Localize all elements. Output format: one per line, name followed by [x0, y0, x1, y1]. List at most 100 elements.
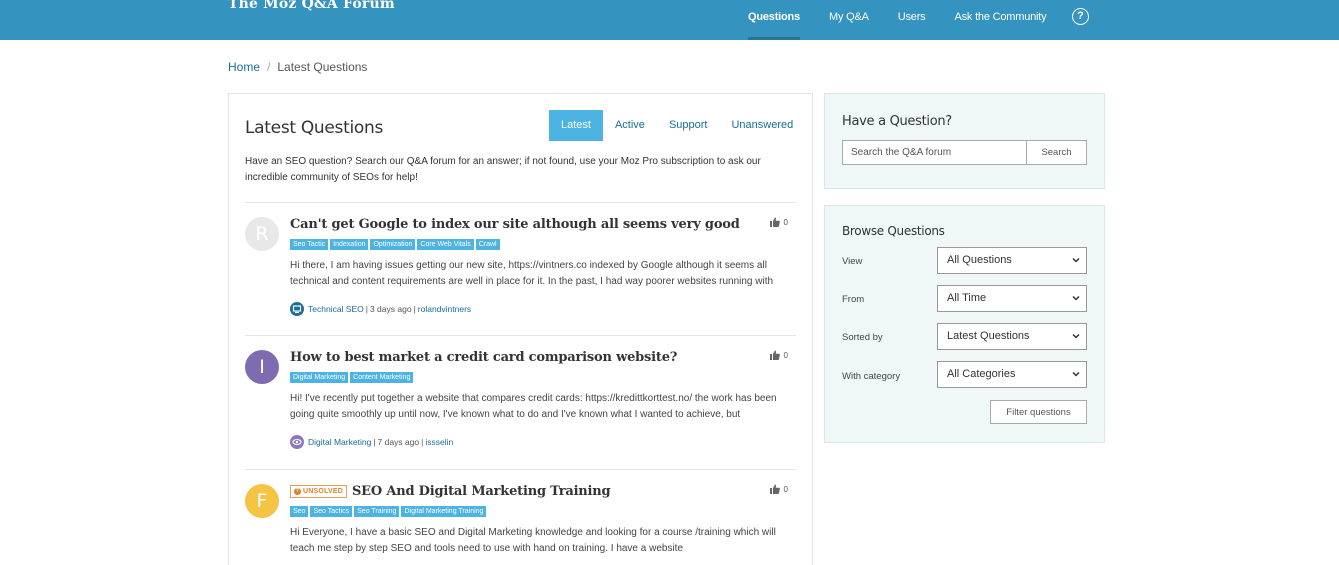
question-tabs: Latest Active Support Unanswered — [549, 110, 805, 141]
thumbs-up-icon[interactable] — [769, 217, 780, 227]
avatar[interactable]: I — [245, 350, 279, 384]
questions-panel: Latest Questions Latest Active Support U… — [228, 93, 813, 565]
question-time: 7 days ago — [377, 437, 420, 447]
unsolved-label: UNSOLVED — [303, 488, 343, 495]
tag[interactable]: Digital Marketing — [290, 372, 349, 383]
chevron-down-icon — [1072, 295, 1080, 301]
question-item: I How to best market a credit card compa… — [245, 350, 796, 460]
top-navbar: The Moz Q&A Forum Questions My Q&A Users… — [0, 0, 1339, 40]
divider — [245, 469, 796, 470]
tab-active[interactable]: Active — [603, 110, 657, 141]
question-tags: Digital Marketing Content Marketing — [290, 372, 414, 383]
view-select-value: All Questions — [947, 254, 1012, 266]
tag[interactable]: Indexation — [330, 239, 369, 250]
tag[interactable]: Digital Marketing Training — [401, 506, 487, 517]
breadcrumb: Home / Latest Questions — [228, 60, 367, 74]
divider — [245, 202, 796, 203]
unsolved-badge: ? UNSOLVED — [290, 485, 347, 498]
question-title[interactable]: SEO And Digital Marketing Training — [352, 484, 611, 499]
browse-title: Browse Questions — [842, 224, 945, 238]
ask-question-box: Have a Question? Search — [824, 93, 1105, 189]
thumbs-up-icon[interactable] — [769, 484, 780, 494]
question-title-row: How to best market a credit card compari… — [290, 350, 677, 365]
tag[interactable]: Seo Tactics — [310, 506, 353, 517]
vote-count: 0 — [769, 484, 788, 494]
search-input[interactable] — [842, 140, 1027, 165]
monitor-icon — [290, 302, 304, 316]
avatar[interactable]: F — [245, 484, 279, 518]
help-icon[interactable]: ? — [1072, 8, 1089, 25]
meta-separator: | — [421, 437, 424, 447]
user-link[interactable]: rolandvintners — [418, 304, 471, 314]
breadcrumb-separator: / — [267, 60, 271, 74]
question-excerpt: Hi there, I am having issues getting our… — [290, 260, 774, 287]
tab-latest[interactable]: Latest — [549, 110, 603, 141]
divider — [245, 335, 796, 336]
question-excerpt: Hi Everyone, I have a basic SEO and Digi… — [290, 527, 776, 554]
thumbs-up-icon[interactable] — [769, 350, 780, 360]
meta-separator: | — [413, 304, 416, 314]
question-meta: Digital Marketing | 7 days ago | issseli… — [290, 435, 453, 449]
filter-label-sorted-by: Sorted by — [842, 332, 883, 343]
tab-support[interactable]: Support — [657, 110, 720, 141]
category-link[interactable]: Technical SEO — [308, 304, 364, 314]
chevron-down-icon — [1072, 371, 1080, 377]
nav-my-qa[interactable]: My Q&A — [829, 11, 869, 23]
meta-separator: | — [373, 437, 376, 447]
breadcrumb-current: Latest Questions — [277, 60, 368, 74]
category-select[interactable]: All Categories — [937, 361, 1087, 388]
ask-title: Have a Question? — [842, 114, 952, 129]
tag[interactable]: Core Web Vitals — [417, 239, 474, 250]
category-select-value: All Categories — [947, 368, 1016, 380]
user-link[interactable]: issselin — [425, 437, 453, 447]
question-excerpt: Hi! I've recently put together a website… — [290, 393, 777, 420]
question-item: F ? UNSOLVED SEO And Digital Marketing T… — [245, 484, 796, 564]
question-title-row: ? UNSOLVED SEO And Digital Marketing Tra… — [290, 484, 611, 499]
question-mark-icon: ? — [294, 488, 301, 495]
question-time: 3 days ago — [369, 304, 412, 314]
filter-label-from: From — [842, 294, 865, 305]
vote-number: 0 — [783, 484, 788, 494]
nav-ask-community[interactable]: Ask the Community — [954, 11, 1046, 23]
question-item: R Can't get Google to index our site alt… — [245, 217, 796, 327]
chevron-down-icon — [1072, 257, 1080, 263]
tab-unanswered[interactable]: Unanswered — [719, 110, 805, 141]
tag[interactable]: Content Marketing — [350, 372, 414, 383]
tag[interactable]: Optimization — [370, 239, 416, 250]
question-title[interactable]: Can't get Google to index our site altho… — [290, 217, 740, 232]
nav-questions[interactable]: Questions — [748, 11, 800, 40]
vote-number: 0 — [783, 350, 788, 360]
nav-users[interactable]: Users — [898, 11, 926, 23]
vote-number: 0 — [783, 217, 788, 227]
page-title: Latest Questions — [245, 118, 384, 138]
from-select[interactable]: All Time — [937, 285, 1087, 312]
tag[interactable]: Seo Tactic — [290, 239, 329, 250]
category-link[interactable]: Digital Marketing — [308, 437, 371, 447]
meta-separator: | — [365, 304, 368, 314]
vote-count: 0 — [769, 217, 788, 227]
view-select[interactable]: All Questions — [937, 247, 1087, 274]
tag[interactable]: Seo — [290, 506, 309, 517]
question-title[interactable]: How to best market a credit card compari… — [290, 350, 677, 365]
sort-select-value: Latest Questions — [947, 330, 1030, 342]
question-tags: Seo Tactic Indexation Optimization Core … — [290, 239, 500, 250]
eye-icon — [290, 435, 304, 449]
vote-count: 0 — [769, 350, 788, 360]
sort-select[interactable]: Latest Questions — [937, 323, 1087, 350]
browse-questions-box: Browse Questions View All Questions From… — [824, 205, 1105, 443]
site-title[interactable]: The Moz Q&A Forum — [228, 0, 395, 12]
avatar[interactable]: R — [245, 217, 279, 251]
chevron-down-icon — [1072, 333, 1080, 339]
intro-text: Have an SEO question? Search our Q&A for… — [245, 156, 761, 183]
filter-questions-button[interactable]: Filter questions — [990, 400, 1087, 424]
search-button[interactable]: Search — [1026, 140, 1087, 165]
question-title-row: Can't get Google to index our site altho… — [290, 217, 740, 232]
filter-label-category: With category — [842, 371, 901, 382]
main-nav: Questions My Q&A Users Ask the Community — [748, 9, 1075, 40]
question-tags: Seo Seo Tactics Seo Training Digital Mar… — [290, 506, 487, 517]
tag[interactable]: Crawl — [475, 239, 500, 250]
filter-label-view: View — [842, 256, 863, 267]
breadcrumb-home[interactable]: Home — [228, 60, 260, 74]
tag[interactable]: Seo Training — [354, 506, 400, 517]
question-meta: Technical SEO | 3 days ago | rolandvintn… — [290, 302, 471, 316]
